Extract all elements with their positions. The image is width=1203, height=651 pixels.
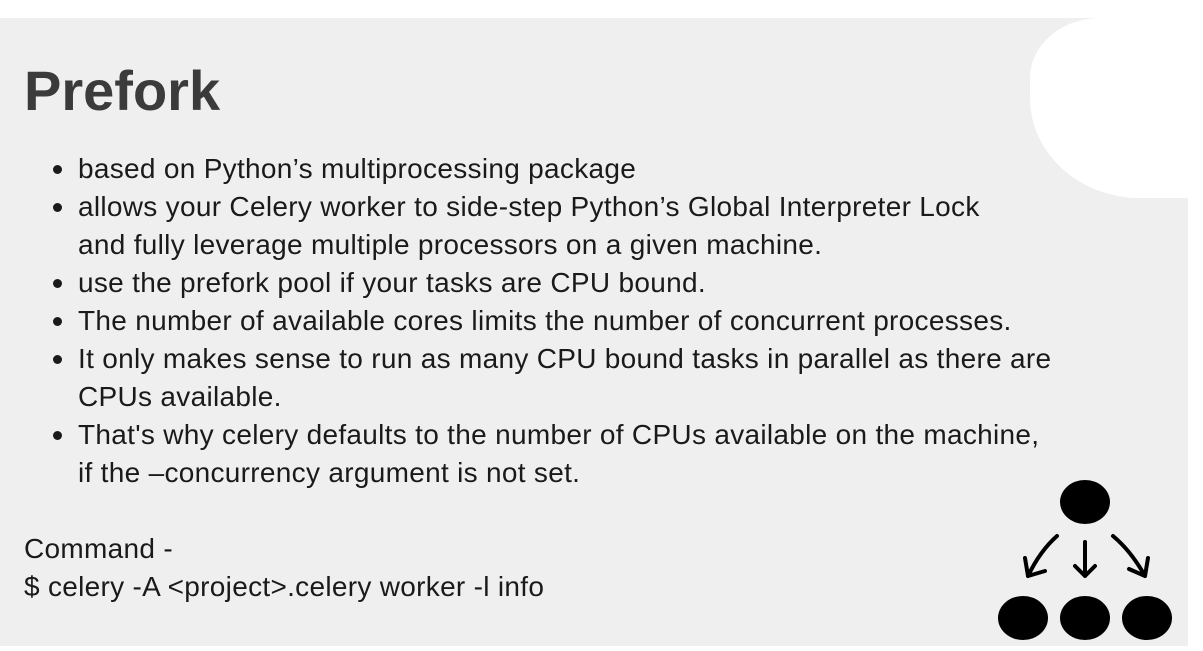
child-process-node	[998, 596, 1048, 640]
arrow-right	[1111, 534, 1150, 578]
parent-process-node	[1060, 480, 1110, 524]
bullet-text: That's why celery defaults to the number…	[78, 419, 1040, 450]
process-fork-icon	[998, 480, 1172, 640]
slide: Prefork based on Python’s multiprocessin…	[0, 18, 1188, 646]
bullet-text: allows your Celery worker to side-step P…	[78, 191, 980, 222]
slide-title: Prefork	[24, 59, 221, 122]
command-label: Command -	[24, 533, 173, 564]
arrow-left	[1023, 534, 1059, 578]
bullet-text: and fully leverage multiple processors o…	[78, 229, 823, 260]
decorative-blob	[1030, 18, 1188, 198]
bullet-text: The number of available cores limits the…	[78, 305, 1012, 336]
bullet-item: That's why celery defaults to the number…	[50, 416, 1051, 492]
command-block: Command - $ celery -A <project>.celery w…	[24, 530, 544, 606]
bullet-list: based on Python’s multiprocessing packag…	[50, 150, 1051, 492]
bullet-item: based on Python’s multiprocessing packag…	[50, 150, 1051, 188]
bullet-item: allows your Celery worker to side-step P…	[50, 188, 1051, 264]
child-process-node	[1122, 596, 1172, 640]
bullet-text: based on Python’s multiprocessing packag…	[78, 153, 637, 184]
bullet-item: The number of available cores limits the…	[50, 302, 1051, 340]
bullet-item: use the prefork pool if your tasks are C…	[50, 264, 1051, 302]
child-process-node	[1060, 596, 1110, 640]
bullet-text: CPUs available.	[78, 381, 282, 412]
command-text: $ celery -A <project>.celery worker -l i…	[24, 571, 545, 602]
bullet-text: It only makes sense to run as many CPU b…	[78, 343, 1052, 374]
bullet-text: use the prefork pool if your tasks are C…	[78, 267, 706, 298]
arrow-middle	[1073, 540, 1097, 578]
bullet-item: It only makes sense to run as many CPU b…	[50, 340, 1051, 416]
bullet-text: if the –concurrency argument is not set.	[78, 457, 581, 488]
